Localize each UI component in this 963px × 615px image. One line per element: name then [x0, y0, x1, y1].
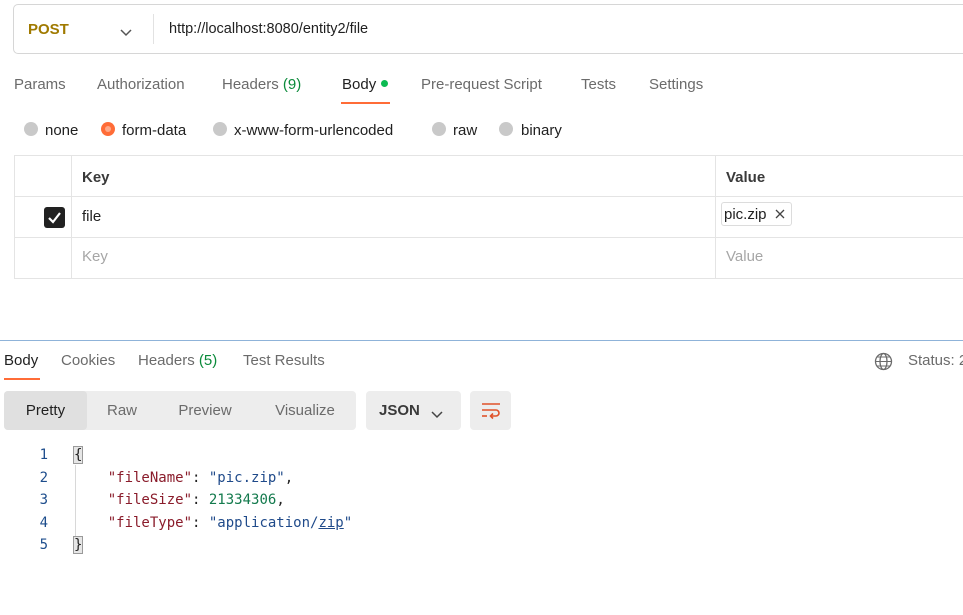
radio-form-data[interactable]	[101, 122, 115, 136]
file-chip-label: pic.zip	[724, 205, 767, 223]
close-icon[interactable]	[775, 209, 785, 219]
response-tab-test-results[interactable]: Test Results	[243, 352, 325, 369]
line-number: 3	[39, 492, 48, 508]
json-key: "fileSize"	[107, 492, 193, 508]
code-line: "fileSize": 21334306,	[107, 492, 285, 508]
line-number: 4	[39, 515, 48, 531]
json-value-part: "application/	[208, 515, 319, 531]
line-number: 5	[39, 537, 48, 553]
tab-headers-count: (9)	[282, 76, 302, 93]
tab-headers-label: Headers	[222, 76, 279, 93]
wrap-lines-button[interactable]	[470, 391, 511, 430]
json-value: "pic.zip"	[208, 470, 285, 486]
json-key: "fileType"	[107, 515, 193, 531]
format-select[interactable]: JSON	[366, 391, 461, 430]
url-divider	[153, 14, 154, 44]
close-brace: }	[72, 536, 84, 554]
active-tab-underline	[4, 378, 40, 380]
line-number: 2	[39, 470, 48, 486]
view-mode-group: Pretty Raw Preview Visualize	[4, 391, 356, 430]
value-input-placeholder[interactable]: Value	[726, 248, 763, 265]
tab-authorization[interactable]: Authorization	[97, 76, 185, 93]
chevron-down-icon	[431, 406, 443, 423]
table-divider	[715, 156, 716, 278]
view-preview-button[interactable]: Preview	[167, 391, 243, 430]
radio-raw-label[interactable]: raw	[453, 122, 477, 139]
active-tab-underline	[341, 102, 390, 104]
response-divider[interactable]	[0, 340, 963, 341]
line-number: 1	[39, 447, 48, 463]
method-select[interactable]: POST	[28, 21, 69, 38]
json-value: "application/zip"	[209, 515, 352, 531]
radio-none[interactable]	[24, 122, 38, 136]
radio-binary-label[interactable]: binary	[521, 122, 562, 139]
response-tab-cookies[interactable]: Cookies	[61, 352, 115, 369]
response-tab-headers-label: Headers	[138, 352, 195, 369]
radio-form-data-label[interactable]: form-data	[122, 122, 186, 139]
response-tab-headers-count: (5)	[198, 352, 218, 369]
status-label: Status: 2	[908, 352, 963, 369]
response-tab-headers[interactable]: Headers (5)	[138, 352, 217, 369]
active-indicator-dot	[381, 79, 389, 87]
table-divider	[15, 237, 963, 238]
radio-binary[interactable]	[499, 122, 513, 136]
json-value-link[interactable]: zip	[318, 515, 343, 531]
tab-settings[interactable]: Settings	[649, 76, 703, 93]
key-field[interactable]: file	[82, 208, 101, 225]
globe-icon[interactable]	[874, 352, 893, 375]
code-line: {	[72, 446, 84, 464]
column-header-value: Value	[726, 169, 766, 186]
tab-tests[interactable]: Tests	[581, 76, 616, 93]
tab-params[interactable]: Params	[14, 76, 66, 93]
tab-headers[interactable]: Headers (9)	[222, 76, 301, 93]
json-key: "fileName"	[107, 470, 193, 486]
table-divider	[15, 196, 963, 197]
wrap-lines-icon	[481, 402, 501, 424]
view-visualize-button[interactable]: Visualize	[261, 391, 349, 430]
radio-none-label[interactable]: none	[45, 122, 78, 139]
open-brace: {	[72, 446, 84, 464]
tab-pre-request-script[interactable]: Pre-request Script	[421, 76, 542, 93]
tab-body-label: Body	[342, 76, 377, 93]
row-enabled-checkbox[interactable]	[44, 207, 65, 228]
view-raw-button[interactable]: Raw	[92, 391, 152, 430]
radio-urlencoded-label[interactable]: x-www-form-urlencoded	[234, 122, 393, 139]
view-pretty-button[interactable]: Pretty	[4, 391, 87, 430]
radio-raw[interactable]	[432, 122, 446, 136]
table-divider	[71, 156, 72, 278]
file-chip[interactable]: pic.zip	[721, 202, 792, 226]
code-line: }	[72, 536, 84, 554]
url-bar: POST http://localhost:8080/entity2/file	[13, 4, 963, 54]
url-input[interactable]: http://localhost:8080/entity2/file	[169, 21, 368, 37]
format-select-label: JSON	[379, 402, 420, 419]
column-header-key: Key	[82, 169, 110, 186]
checkmark-icon	[48, 212, 61, 224]
response-tab-body[interactable]: Body	[4, 352, 38, 369]
form-data-table: Key Value file pic.zip Key Value	[14, 155, 963, 279]
json-value: 21334306	[208, 492, 277, 508]
json-value-part: "	[343, 515, 353, 531]
tab-body[interactable]: Body	[342, 76, 389, 93]
code-line: "fileName": "pic.zip",	[107, 470, 294, 486]
key-input-placeholder[interactable]: Key	[82, 248, 108, 265]
chevron-down-icon[interactable]	[120, 24, 132, 41]
code-line: "fileType": "application/zip"	[107, 515, 353, 531]
radio-urlencoded[interactable]	[213, 122, 227, 136]
